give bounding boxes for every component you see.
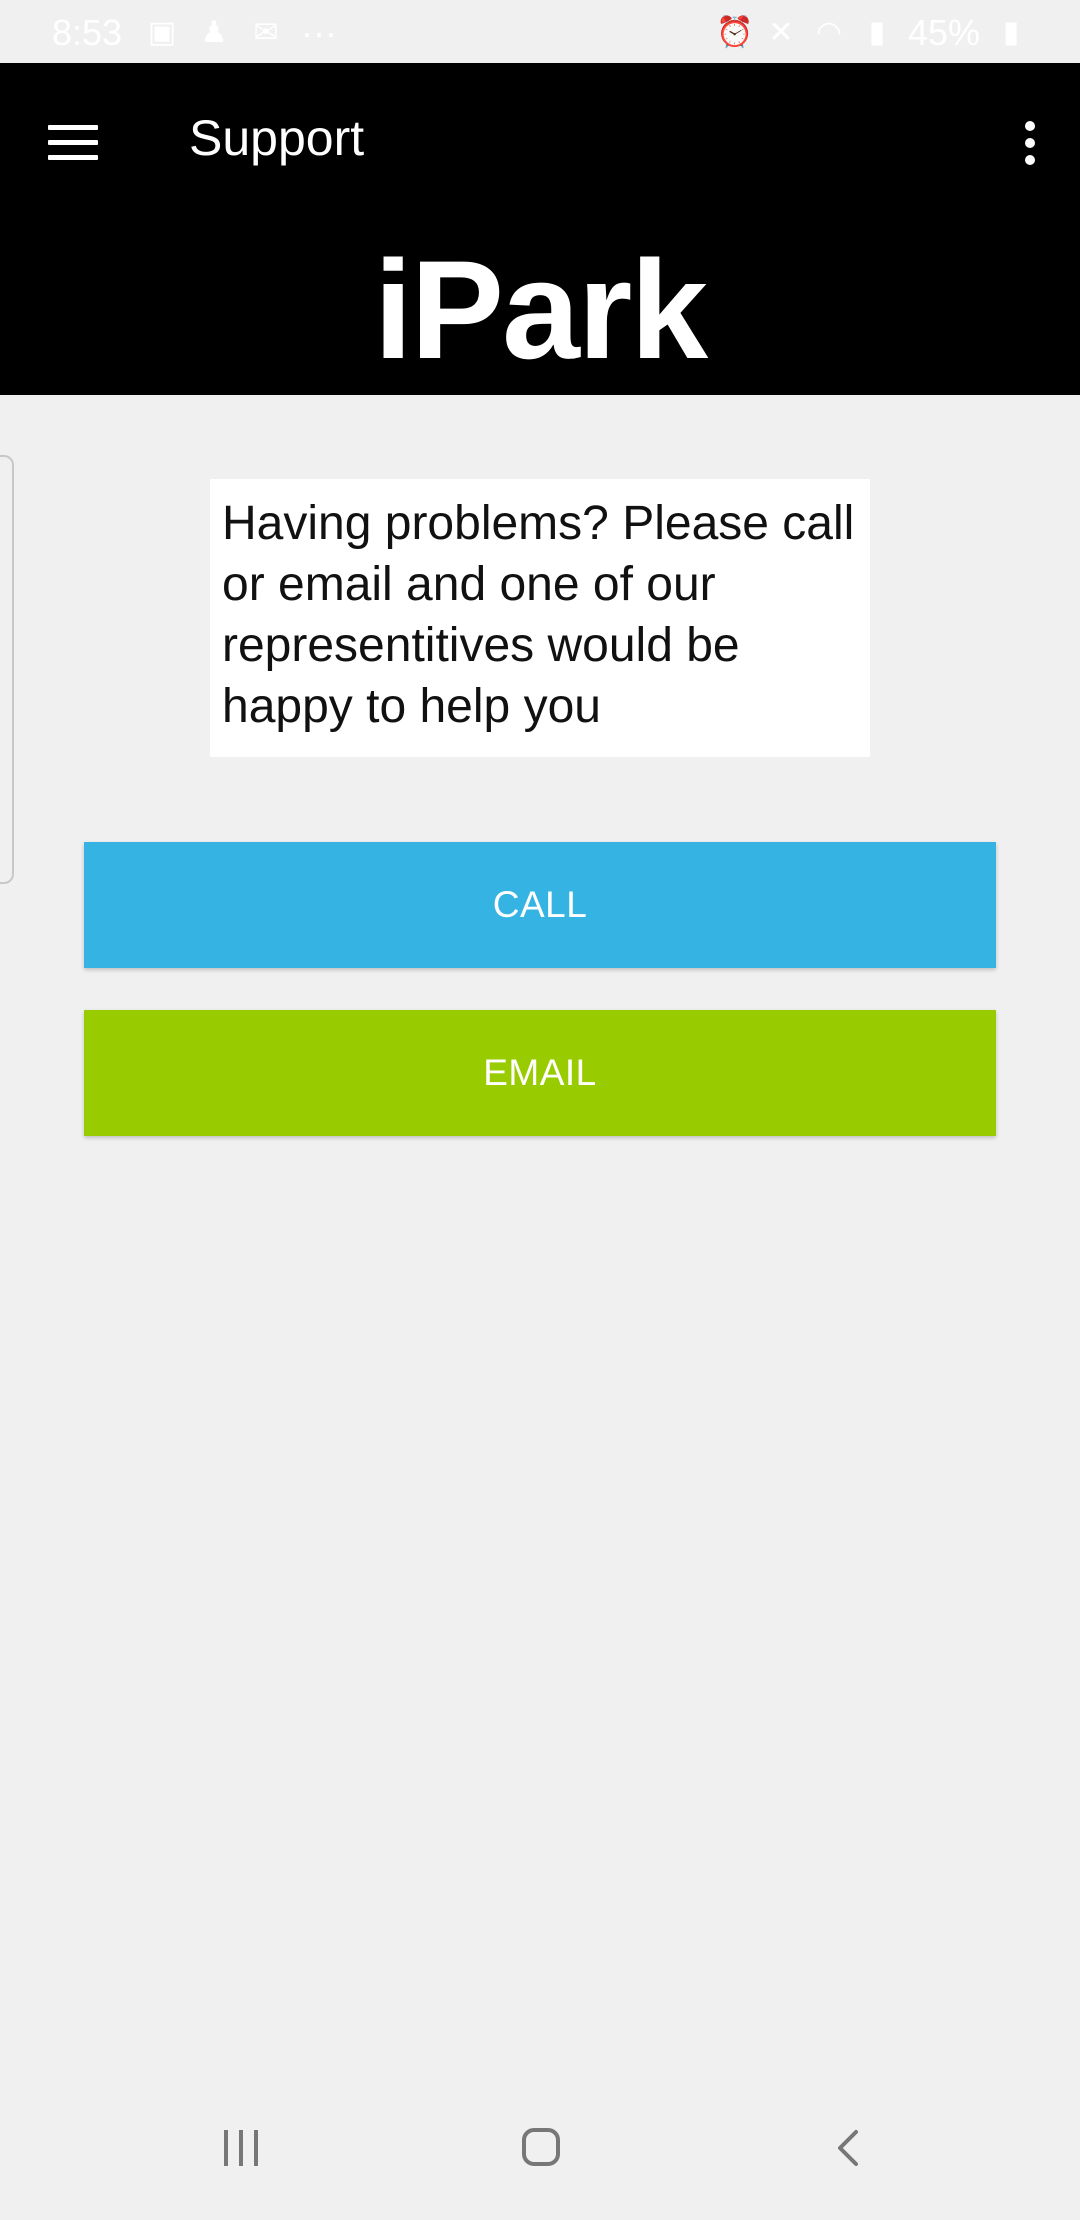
- status-time: 8:53: [52, 12, 123, 53]
- signal-icon: ▮: [868, 16, 886, 49]
- notification-icons: ▣ ♟ ✉ ···: [145, 12, 337, 54]
- email-button[interactable]: EMAIL: [84, 1010, 996, 1136]
- home-icon[interactable]: [522, 2128, 560, 2166]
- brand-logo-text: iPark: [373, 231, 708, 388]
- call-button[interactable]: CALL: [84, 842, 996, 968]
- status-bar: 8:53 ▣ ♟ ✉ ··· ⏰ ✕ ◠ ▮ 45% ▮: [0, 0, 1080, 63]
- alarm-icon: ⏰: [715, 16, 754, 49]
- cast-icon: ♟: [200, 16, 228, 49]
- battery-percent: 45%: [907, 12, 980, 53]
- gallery-icon: ▣: [147, 16, 177, 49]
- system-nav-bar: [0, 2094, 1080, 2220]
- hamburger-menu-icon[interactable]: [30, 99, 116, 185]
- wifi-icon: ◠: [815, 16, 843, 49]
- app-bar: Support iPark: [0, 63, 1080, 395]
- mute-icon: ✕: [768, 16, 794, 49]
- support-message: Having problems? Please call or email an…: [210, 479, 870, 757]
- battery-icon: ▮: [1002, 16, 1020, 49]
- recents-icon[interactable]: [222, 2128, 262, 2168]
- system-icons: ⏰ ✕ ◠ ▮ 45% ▮: [716, 12, 1028, 54]
- overflow-menu-icon[interactable]: [994, 99, 1064, 185]
- page-title: Support: [189, 110, 365, 166]
- drawer-handle[interactable]: [0, 455, 14, 884]
- mail-icon: ✉: [253, 16, 279, 49]
- more-notifications-indicator: ···: [301, 12, 337, 53]
- back-icon[interactable]: [830, 2128, 870, 2168]
